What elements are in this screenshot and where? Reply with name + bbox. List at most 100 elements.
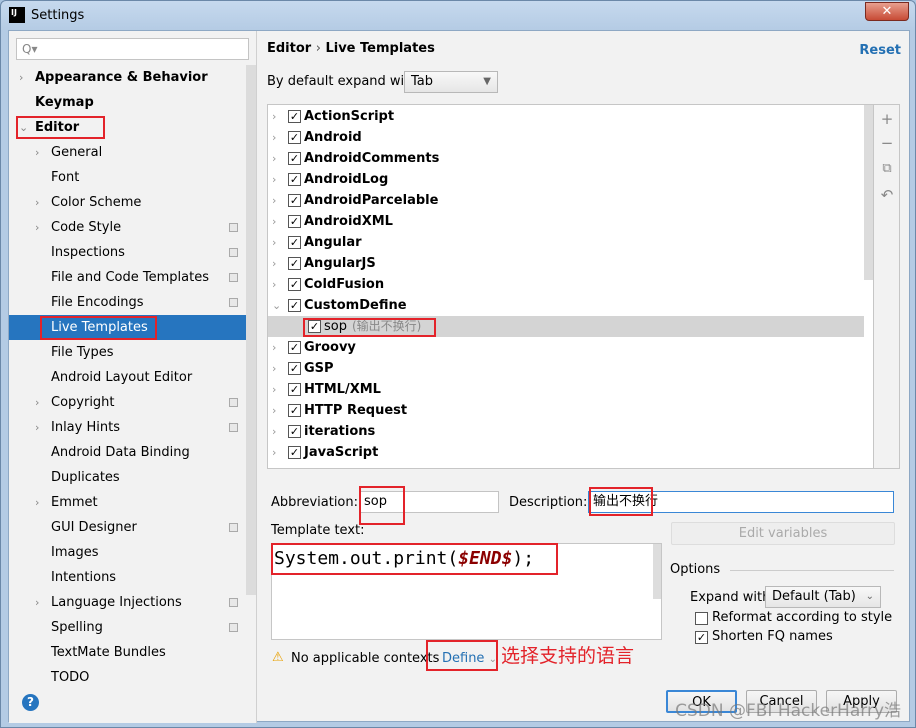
- chevron-right-icon[interactable]: ›: [35, 140, 39, 165]
- chevron-right-icon[interactable]: ›: [272, 253, 276, 274]
- sidebar-item[interactable]: ⌄ Editor: [9, 115, 246, 140]
- chevron-right-icon[interactable]: ›: [272, 232, 276, 253]
- chevron-down-icon[interactable]: ⌄: [19, 115, 28, 140]
- template-checkbox[interactable]: ✓: [288, 152, 301, 165]
- help-button[interactable]: ?: [22, 694, 39, 711]
- chevron-right-icon[interactable]: ›: [35, 415, 39, 440]
- chevron-right-icon[interactable]: ›: [272, 148, 276, 169]
- template-group[interactable]: › ✓ Angular: [268, 232, 864, 253]
- template-group[interactable]: › ✓ AndroidXML: [268, 211, 864, 232]
- sidebar-item[interactable]: Inspections: [9, 240, 246, 265]
- chevron-right-icon[interactable]: ›: [272, 337, 276, 358]
- sidebar-scrollbar[interactable]: [246, 65, 256, 595]
- sidebar-item[interactable]: Intentions: [9, 565, 246, 590]
- chevron-right-icon[interactable]: ›: [35, 490, 39, 515]
- sidebar-item[interactable]: GUI Designer: [9, 515, 246, 540]
- template-checkbox[interactable]: ✓: [288, 299, 301, 312]
- template-group[interactable]: › ✓ JavaScript: [268, 442, 864, 463]
- template-checkbox[interactable]: ✓: [288, 446, 301, 459]
- expand-with-select[interactable]: Default (Tab) ⌄: [765, 586, 881, 608]
- expand-default-select[interactable]: Tab ▼: [404, 71, 498, 93]
- template-group[interactable]: › ✓ ColdFusion: [268, 274, 864, 295]
- template-group[interactable]: › ✓ HTTP Request: [268, 400, 864, 421]
- template-checkbox[interactable]: ✓: [288, 110, 301, 123]
- reformat-checkbox[interactable]: [695, 612, 708, 625]
- sidebar-item[interactable]: File and Code Templates: [9, 265, 246, 290]
- shorten-fq-checkbox[interactable]: ✓: [695, 631, 708, 644]
- chevron-down-icon[interactable]: ⌄: [272, 295, 281, 316]
- template-group[interactable]: › ✓ Groovy: [268, 337, 864, 358]
- sidebar-item[interactable]: Font: [9, 165, 246, 190]
- template-group[interactable]: › ✓ GSP: [268, 358, 864, 379]
- sidebar-item[interactable]: › Appearance & Behavior: [9, 65, 246, 90]
- edit-variables-button[interactable]: Edit variables: [671, 522, 895, 545]
- template-checkbox[interactable]: ✓: [288, 383, 301, 396]
- sidebar-item[interactable]: Images: [9, 540, 246, 565]
- chevron-right-icon[interactable]: ›: [35, 190, 39, 215]
- sidebar-item[interactable]: Android Layout Editor: [9, 365, 246, 390]
- sidebar-item[interactable]: Spelling: [9, 615, 246, 640]
- sidebar-item[interactable]: › Language Injections: [9, 590, 246, 615]
- remove-icon[interactable]: −: [879, 135, 895, 151]
- template-text-editor[interactable]: System.out.print($END$);: [271, 543, 662, 640]
- chevron-right-icon[interactable]: ›: [272, 442, 276, 463]
- template-checkbox[interactable]: ✓: [288, 257, 301, 270]
- template-checkbox[interactable]: ✓: [288, 278, 301, 291]
- template-checkbox[interactable]: ✓: [288, 173, 301, 186]
- reset-link[interactable]: Reset: [859, 43, 901, 58]
- undo-icon[interactable]: ↶: [879, 187, 895, 203]
- sidebar-item[interactable]: › Copyright: [9, 390, 246, 415]
- template-group[interactable]: › ✓ Android: [268, 127, 864, 148]
- template-checkbox[interactable]: ✓: [288, 194, 301, 207]
- copy-icon[interactable]: ⧉: [879, 161, 895, 177]
- chevron-right-icon[interactable]: ›: [272, 169, 276, 190]
- template-group[interactable]: › ✓ AndroidLog: [268, 169, 864, 190]
- template-checkbox[interactable]: ✓: [288, 131, 301, 144]
- template-checkbox[interactable]: ✓: [288, 341, 301, 354]
- sidebar-item[interactable]: File Types: [9, 340, 246, 365]
- template-checkbox[interactable]: ✓: [288, 425, 301, 438]
- template-group[interactable]: › ✓ AngularJS: [268, 253, 864, 274]
- chevron-right-icon[interactable]: ›: [272, 400, 276, 421]
- chevron-right-icon[interactable]: ›: [35, 590, 39, 615]
- template-group[interactable]: › ✓ iterations: [268, 421, 864, 442]
- chevron-right-icon[interactable]: ›: [272, 358, 276, 379]
- chevron-right-icon[interactable]: ›: [272, 274, 276, 295]
- chevron-right-icon[interactable]: ›: [272, 190, 276, 211]
- sidebar-item[interactable]: › Code Style: [9, 215, 246, 240]
- sidebar-item[interactable]: TODO: [9, 665, 246, 690]
- template-group[interactable]: › ✓ HTML/XML: [268, 379, 864, 400]
- breadcrumb-parent[interactable]: Editor: [267, 41, 311, 56]
- tree-scrollbar[interactable]: [864, 105, 873, 280]
- sidebar-item[interactable]: › General: [9, 140, 246, 165]
- chevron-right-icon[interactable]: ›: [272, 421, 276, 442]
- template-group[interactable]: › ✓ ActionScript: [268, 106, 864, 127]
- chevron-right-icon[interactable]: ›: [35, 390, 39, 415]
- chevron-right-icon[interactable]: ›: [272, 211, 276, 232]
- template-checkbox[interactable]: ✓: [288, 236, 301, 249]
- editor-scrollbar[interactable]: [653, 544, 661, 599]
- chevron-right-icon[interactable]: ›: [35, 215, 39, 240]
- sidebar-item[interactable]: Keymap: [9, 90, 246, 115]
- template-item[interactable]: ✓ sop (输出不换行): [268, 316, 864, 337]
- sidebar-item[interactable]: Duplicates: [9, 465, 246, 490]
- description-input[interactable]: 输出不换行: [588, 491, 894, 513]
- chevron-right-icon[interactable]: ›: [272, 379, 276, 400]
- template-checkbox[interactable]: ✓: [288, 362, 301, 375]
- sidebar-item[interactable]: › Emmet: [9, 490, 246, 515]
- sidebar-item[interactable]: TextMate Bundles: [9, 640, 246, 665]
- sidebar-item[interactable]: › Color Scheme: [9, 190, 246, 215]
- abbreviation-input[interactable]: sop: [359, 491, 499, 513]
- sidebar-item[interactable]: File Encodings: [9, 290, 246, 315]
- chevron-right-icon[interactable]: ›: [272, 127, 276, 148]
- template-group[interactable]: ⌄ ✓ CustomDefine: [268, 295, 864, 316]
- sidebar-item[interactable]: › Inlay Hints: [9, 415, 246, 440]
- template-checkbox[interactable]: ✓: [288, 404, 301, 417]
- template-group[interactable]: › ✓ AndroidComments: [268, 148, 864, 169]
- sidebar-item[interactable]: Android Data Binding: [9, 440, 246, 465]
- chevron-right-icon[interactable]: ›: [19, 65, 23, 90]
- sidebar-item[interactable]: Live Templates: [9, 315, 246, 340]
- add-icon[interactable]: +: [879, 111, 895, 127]
- template-checkbox[interactable]: ✓: [308, 320, 321, 333]
- define-link[interactable]: Define ⌄: [442, 651, 497, 666]
